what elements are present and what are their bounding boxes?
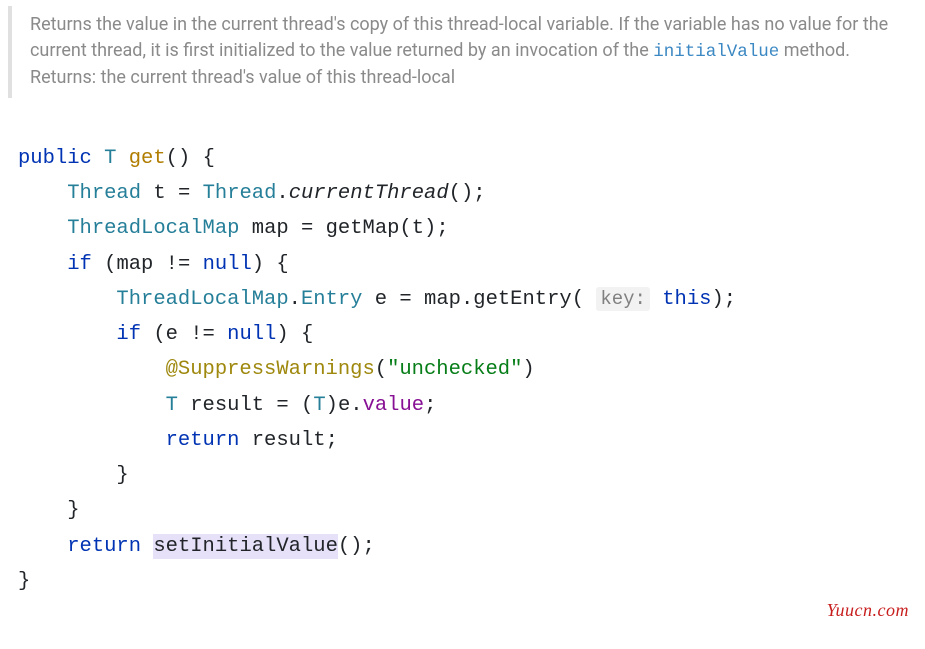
cond-close: ) [252, 253, 264, 276]
var-t: t [153, 182, 165, 205]
paren-open: ( [572, 288, 584, 311]
paren-open-2: ( [375, 358, 387, 381]
eq-4: = [276, 394, 288, 417]
code-line-4: if (map != null) { [18, 253, 289, 276]
semi-6: ; [362, 535, 374, 558]
code-line-3: ThreadLocalMap map = getMap(t); [18, 217, 449, 240]
code-line-13: } [18, 570, 30, 593]
brace-open-3: { [301, 323, 313, 346]
semi: ; [473, 182, 485, 205]
semi-2: ; [436, 217, 448, 240]
type-tlmap: ThreadLocalMap [67, 217, 239, 240]
eq-3: = [399, 288, 411, 311]
field-value: value [363, 394, 425, 417]
method-name-get: get [129, 147, 166, 170]
eq: = [178, 182, 190, 205]
type-T-3: T [313, 394, 325, 417]
var-e-2: e [338, 394, 350, 417]
eq-2: = [301, 217, 313, 240]
keyword-if: if [67, 253, 92, 276]
keyword-this: this [662, 288, 711, 311]
code-line-2: Thread t = Thread.currentThread(); [18, 182, 486, 205]
var-result: result [190, 394, 264, 417]
annotation-suppresswarnings: @SuppressWarnings [166, 358, 375, 381]
code-block: public T get() { Thread t = Thread.curre… [0, 98, 925, 600]
code-line-9: return result; [18, 429, 338, 452]
keyword-null: null [203, 253, 252, 276]
code-line-7: @SuppressWarnings("unchecked") [18, 358, 535, 381]
parens-3: () [338, 535, 363, 558]
code-line-6: if (e != null) { [18, 323, 313, 346]
brace-close-1: } [18, 570, 30, 593]
cast-open: ( [301, 394, 313, 417]
code-line-10: } [18, 464, 129, 487]
brace-open-2: { [276, 253, 288, 276]
cond-open-2: (e != [153, 323, 227, 346]
code-line-5: ThreadLocalMap.Entry e = map.getEntry( k… [18, 288, 736, 311]
javadoc-returns: Returns: the current thread's value of t… [30, 67, 455, 88]
type-T-2: T [166, 394, 178, 417]
call-setinitialvalue: setInitialValue [153, 534, 338, 559]
code-line-11: } [18, 499, 80, 522]
code-line-12: return setInitialValue(); [18, 534, 375, 559]
var-e: e [375, 288, 387, 311]
cond-close-2: ) [276, 323, 288, 346]
keyword-if-2: if [116, 323, 141, 346]
dot: . [276, 182, 288, 205]
javadoc-link-initialvalue[interactable]: initialValue [653, 42, 779, 62]
call-getentry: getEntry [473, 288, 571, 311]
brace-close-3: } [116, 464, 128, 487]
keyword-null-2: null [227, 323, 276, 346]
code-line-1: public T get() { [18, 147, 215, 170]
brace-close-2: } [67, 499, 79, 522]
type-entry: Entry [301, 288, 363, 311]
var-map: map [252, 217, 289, 240]
keyword-public: public [18, 147, 92, 170]
var-map-2: map [424, 288, 461, 311]
type-thread-2: Thread [203, 182, 277, 205]
dot-3: . [461, 288, 473, 311]
semi-4: ; [424, 394, 436, 417]
parens-2: () [449, 182, 474, 205]
type-T: T [104, 147, 116, 170]
semi-5: ; [326, 429, 338, 452]
inlay-hint-key: key: [596, 287, 650, 311]
var-result-2: result [252, 429, 326, 452]
semi-3: ; [724, 288, 736, 311]
cond-open: (map != [104, 253, 202, 276]
call-getmap: getMap [326, 217, 400, 240]
paren-close: ) [711, 288, 723, 311]
watermark-text: Yuucn.com [827, 600, 909, 621]
javadoc-block: Returns the value in the current thread'… [8, 6, 917, 98]
paren-close-2: ) [522, 358, 534, 381]
keyword-return-2: return [67, 535, 141, 558]
cast-close: ) [326, 394, 338, 417]
keyword-return: return [166, 429, 240, 452]
call-currentthread: currentThread [289, 182, 449, 205]
type-thread: Thread [67, 182, 141, 205]
javadoc-summary-2: method. [779, 40, 850, 61]
arg-t: (t) [399, 217, 436, 240]
parens: () [166, 147, 191, 170]
string-unchecked: "unchecked" [387, 358, 522, 381]
code-line-8: T result = (T)e.value; [18, 394, 436, 417]
brace-open: { [203, 147, 215, 170]
type-tlmap-2: ThreadLocalMap [116, 288, 288, 311]
dot-4: . [350, 394, 362, 417]
dot-2: . [289, 288, 301, 311]
